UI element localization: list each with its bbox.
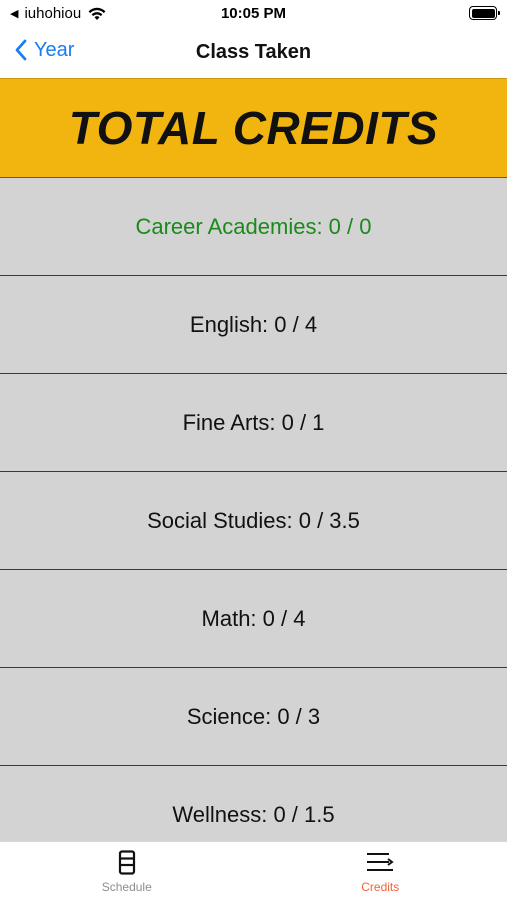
status-bar: ◀ iuhohiou 10:05 PM [0, 0, 507, 28]
total-credits-title: TOTAL CREDITS [68, 102, 439, 154]
battery-icon [469, 6, 500, 20]
tab-credits-label: Credits [361, 880, 400, 894]
app-screen: ◀ iuhohiou 10:05 PM Year Class Taken TOT… [0, 0, 507, 900]
page-title: Class Taken [195, 41, 312, 63]
tab-credits[interactable]: Credits [254, 842, 507, 900]
credit-row-fine-arts: Fine Arts: 0 / 1 [0, 374, 507, 472]
credit-row-career-academies: Career Academies: 0 / 0 [0, 178, 507, 276]
total-credits-header: TOTAL CREDITS [0, 78, 507, 178]
credit-row-math: Math: 0 / 4 [0, 570, 507, 668]
status-time: 10:05 PM [220, 5, 287, 22]
credit-row-science: Science: 0 / 3 [0, 668, 507, 766]
credits-list-icon [367, 853, 394, 871]
tab-schedule-label: Schedule [101, 880, 152, 894]
credit-row-social-studies: Social Studies: 0 / 3.5 [0, 472, 507, 570]
tab-schedule[interactable]: Schedule [0, 842, 254, 900]
navigation-bar: Year Class Taken [0, 28, 507, 78]
credit-row-wellness: Wellness: 0 / 1.5 [0, 766, 507, 841]
credit-list[interactable]: Career Academies: 0 / 0 English: 0 / 4 F… [0, 178, 507, 841]
schedule-icon [118, 850, 135, 875]
credit-row-english: English: 0 / 4 [0, 276, 507, 374]
tab-bar: Schedule Credits [0, 841, 507, 900]
